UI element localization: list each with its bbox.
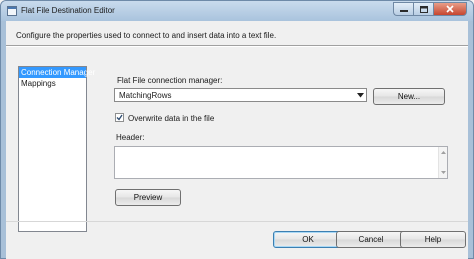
title-bar[interactable]: Flat File Destination Editor	[1, 1, 473, 21]
ok-button[interactable]: OK	[273, 231, 343, 248]
caption-buttons	[393, 2, 467, 16]
dialog-description: Configure the properties used to connect…	[16, 31, 277, 40]
window-title: Flat File Destination Editor	[21, 6, 115, 15]
help-button[interactable]: Help	[400, 231, 466, 248]
new-connection-button[interactable]: New...	[373, 88, 445, 105]
chevron-down-icon	[357, 93, 364, 98]
close-icon	[446, 5, 454, 13]
nav-item-connection-manager[interactable]: Connection Manager	[19, 67, 95, 78]
checkmark-icon	[116, 114, 123, 121]
header-divider-highlight	[6, 46, 468, 47]
dialog-client-area: Configure the properties used to connect…	[6, 21, 468, 259]
connection-manager-select[interactable]: MatchingRows	[114, 88, 367, 102]
connection-manager-label: Flat File connection manager:	[117, 76, 223, 85]
cancel-button[interactable]: Cancel	[336, 231, 406, 248]
footer-divider	[6, 221, 468, 222]
maximize-button[interactable]	[413, 2, 433, 16]
preview-button[interactable]: Preview	[115, 189, 181, 206]
dialog-window: Flat File Destination Editor Configure t…	[0, 0, 474, 259]
header-scrollbar[interactable]	[438, 147, 447, 178]
minimize-button[interactable]	[393, 2, 413, 16]
header-textarea[interactable]	[114, 146, 448, 179]
header-label: Header:	[116, 133, 145, 142]
overwrite-checkbox[interactable]	[115, 113, 124, 122]
scroll-down-icon[interactable]	[441, 171, 446, 174]
page-navigation-list[interactable]: Connection Manager Mappings	[18, 66, 95, 232]
maximize-icon	[419, 5, 428, 13]
minimize-icon	[399, 10, 408, 12]
connection-manager-value: MatchingRows	[119, 91, 172, 100]
nav-item-mappings[interactable]: Mappings	[19, 78, 86, 89]
window-app-icon	[7, 6, 17, 16]
scroll-up-icon[interactable]	[441, 151, 446, 154]
close-button[interactable]	[433, 2, 467, 16]
overwrite-label[interactable]: Overwrite data in the file	[128, 114, 214, 123]
